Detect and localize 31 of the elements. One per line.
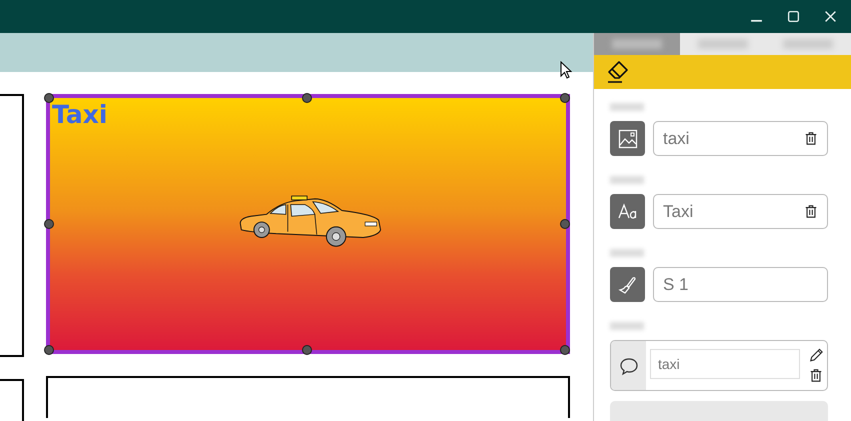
- taxi-card[interactable]: Taxi: [46, 94, 570, 354]
- mouse-pointer-icon: [560, 61, 572, 79]
- resize-handle[interactable]: [560, 219, 570, 229]
- value-field[interactable]: Taxi: [653, 194, 828, 229]
- blurred-label: [610, 249, 644, 257]
- resize-handle[interactable]: [560, 93, 570, 103]
- resize-handle[interactable]: [302, 93, 312, 103]
- comment-field[interactable]: taxi: [650, 349, 800, 379]
- resize-handle[interactable]: [302, 345, 312, 355]
- blurred-label: [610, 176, 644, 184]
- pencil-icon[interactable]: [808, 348, 822, 363]
- value-field[interactable]: S 1: [653, 267, 828, 302]
- resize-handle[interactable]: [44, 93, 54, 103]
- blurred-label: [610, 322, 644, 330]
- value-field[interactable]: taxi: [653, 121, 828, 156]
- close-icon[interactable]: [824, 10, 837, 23]
- card-title: Taxi: [52, 100, 108, 129]
- image-icon: [618, 128, 638, 148]
- resize-handle[interactable]: [44, 219, 54, 229]
- resize-handle[interactable]: [560, 345, 570, 355]
- resize-handle[interactable]: [44, 345, 54, 355]
- card-outline: [0, 379, 24, 421]
- trash-icon[interactable]: [808, 368, 822, 383]
- font-icon: [618, 202, 638, 222]
- speech-bubble-icon: [618, 356, 638, 376]
- blurred-label: [610, 103, 644, 111]
- brush-icon: [618, 274, 638, 294]
- trash-icon[interactable]: [804, 204, 818, 219]
- eraser-icon[interactable]: [606, 60, 630, 84]
- maximize-icon[interactable]: [787, 10, 800, 23]
- trash-icon[interactable]: [804, 131, 818, 146]
